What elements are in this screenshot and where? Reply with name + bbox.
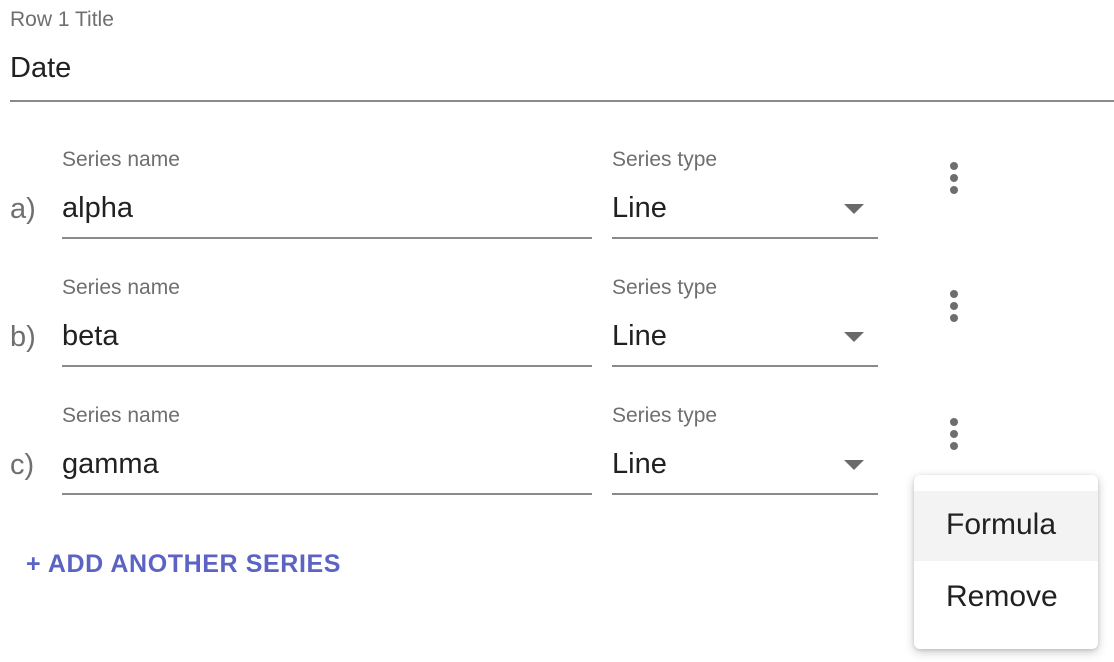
series-type-underline [612, 493, 878, 495]
menu-item-remove[interactable]: Remove [914, 563, 1098, 633]
row-title-input[interactable]: Date [10, 52, 1010, 85]
dropdown-caret-icon[interactable] [844, 204, 864, 214]
row-title-field[interactable]: Row 1 Title Date [10, 0, 1114, 102]
series-name-underline [62, 493, 592, 495]
series-row-a: a) Series name alpha Series type Line [0, 148, 1114, 258]
more-vert-icon[interactable] [934, 414, 974, 454]
series-name-input[interactable]: gamma [62, 448, 159, 481]
series-letter: a) [10, 193, 36, 225]
series-name-field[interactable]: Series name alpha [62, 148, 592, 240]
more-vert-icon[interactable] [934, 286, 974, 326]
dropdown-caret-icon[interactable] [844, 460, 864, 470]
series-name-underline [62, 237, 592, 239]
row-title-underline [10, 100, 1114, 102]
more-dot [950, 186, 958, 194]
series-letter: b) [10, 321, 36, 353]
more-dot [950, 290, 958, 298]
series-name-label: Series name [62, 404, 180, 427]
series-type-label: Series type [612, 148, 718, 171]
menu-item-label: Formula [946, 508, 1057, 541]
dropdown-caret-icon[interactable] [844, 332, 864, 342]
series-type-value[interactable]: Line [612, 320, 667, 353]
more-vert-icon[interactable] [934, 158, 974, 198]
series-name-input[interactable]: alpha [62, 192, 133, 225]
series-row-b: b) Series name beta Series type Line [0, 276, 1114, 386]
more-dot [950, 174, 958, 182]
row-title-label: Row 1 Title [10, 8, 114, 31]
series-options-menu: Formula Remove [914, 475, 1098, 649]
menu-item-formula[interactable]: Formula [914, 491, 1098, 561]
series-name-input[interactable]: beta [62, 320, 118, 353]
add-another-series-button[interactable]: + ADD ANOTHER SERIES [26, 550, 341, 579]
more-dot [950, 442, 958, 450]
series-name-field[interactable]: Series name gamma [62, 404, 592, 496]
series-name-label: Series name [62, 276, 180, 299]
series-type-label: Series type [612, 276, 718, 299]
more-dot [950, 162, 958, 170]
series-name-field[interactable]: Series name beta [62, 276, 592, 368]
more-dot [950, 430, 958, 438]
more-dot [950, 418, 958, 426]
series-type-underline [612, 237, 878, 239]
series-letter: c) [10, 449, 35, 481]
series-type-value[interactable]: Line [612, 192, 667, 225]
series-type-label: Series type [612, 404, 718, 427]
series-type-select[interactable]: Series type Line [612, 276, 878, 368]
series-type-select[interactable]: Series type Line [612, 148, 878, 240]
menu-item-label: Remove [946, 580, 1058, 613]
series-name-underline [62, 365, 592, 367]
more-dot [950, 314, 958, 322]
series-editor: Row 1 Title Date a) Series name alpha Se… [0, 0, 1114, 662]
series-type-select[interactable]: Series type Line [612, 404, 878, 496]
more-dot [950, 302, 958, 310]
series-type-value[interactable]: Line [612, 448, 667, 481]
series-type-underline [612, 365, 878, 367]
series-name-label: Series name [62, 148, 180, 171]
